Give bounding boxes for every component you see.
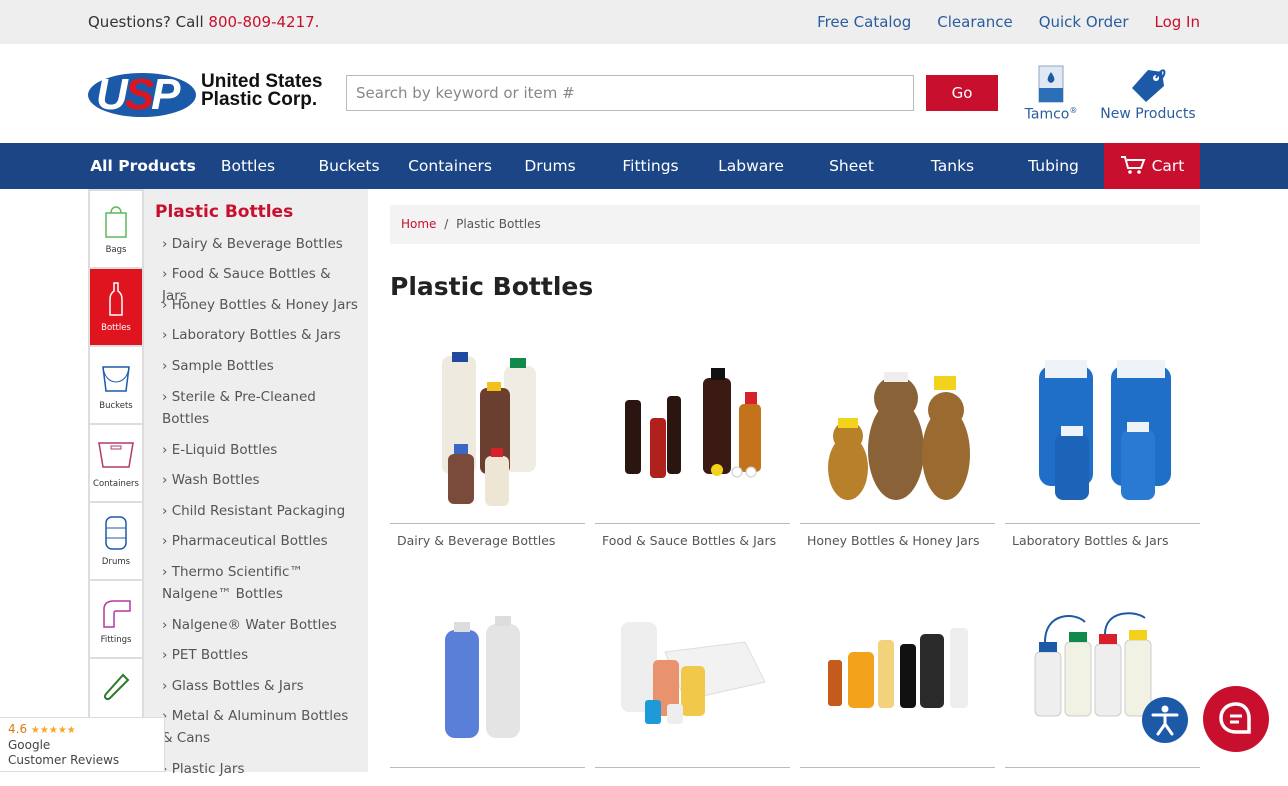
side-menu-item[interactable]: › Nalgene® Water Bottles xyxy=(162,614,358,636)
category-bags[interactable]: Bags xyxy=(90,191,142,267)
cart-button[interactable]: Cart xyxy=(1104,143,1200,189)
product-image xyxy=(390,582,585,767)
contact-question: Questions? Call 800-809-4217. xyxy=(88,13,320,31)
category-tile[interactable]: Honey Bottles & Honey Jars xyxy=(800,338,995,557)
nav-drums[interactable]: Drums xyxy=(500,143,600,189)
nav-bottles[interactable]: Bottles xyxy=(198,143,298,189)
tile-caption xyxy=(1005,768,1200,786)
category-side-menu: Plastic Bottles › Dairy & Beverage Bottl… xyxy=(144,189,368,777)
side-menu-item[interactable]: › E-Liquid Bottles xyxy=(162,439,358,461)
category-containers[interactable]: Containers xyxy=(90,425,142,501)
product-image xyxy=(595,338,790,523)
new-products-link[interactable]: New Products xyxy=(1098,64,1198,122)
nav-fittings[interactable]: Fittings xyxy=(600,143,701,189)
category-bottles[interactable]: Bottles xyxy=(90,269,142,345)
usp-logo[interactable]: USP United States Plastic Corp. xyxy=(88,69,328,121)
side-menu-item[interactable]: › Honey Bottles & Honey Jars xyxy=(162,294,358,316)
bag-icon xyxy=(105,206,127,238)
breadcrumb-current: Plastic Bottles xyxy=(456,217,541,231)
price-tag-icon xyxy=(1132,69,1166,102)
tile-caption xyxy=(595,768,790,786)
side-menu-item[interactable]: › Glass Bottles & Jars xyxy=(162,675,358,697)
tile-caption: Honey Bottles & Honey Jars xyxy=(807,533,980,548)
breadcrumb: Home / Plastic Bottles xyxy=(390,205,1200,244)
clearance-link[interactable]: Clearance xyxy=(937,13,1012,31)
side-menu-item[interactable]: › Child Resistant Packaging xyxy=(162,500,358,522)
tile-caption: Food & Sauce Bottles & Jars xyxy=(602,533,777,548)
google-reviews-badge[interactable]: 4.6 ★★★★★ Google Customer Reviews xyxy=(0,717,165,772)
drum-icon xyxy=(105,516,127,550)
review-score: 4.6 xyxy=(8,722,28,736)
category-tile[interactable] xyxy=(1005,582,1200,786)
chat-button[interactable] xyxy=(1203,686,1269,752)
nav-containers[interactable]: Containers xyxy=(400,143,500,189)
phone-link[interactable]: 800-809-4217. xyxy=(208,13,319,31)
product-image xyxy=(1005,338,1200,523)
search-go-button[interactable]: Go xyxy=(926,75,998,111)
search-input[interactable]: Search by keyword or item # xyxy=(346,75,914,111)
side-menu-item[interactable]: › Thermo Scientific™ Nalgene™ Bottles xyxy=(162,561,358,605)
tile-caption: Dairy & Beverage Bottles xyxy=(397,533,556,548)
product-image xyxy=(390,338,585,523)
nav-labware[interactable]: Labware xyxy=(701,143,801,189)
category-drums[interactable]: Drums xyxy=(90,503,142,579)
container-icon xyxy=(98,442,134,468)
side-menu-item[interactable]: › PET Bottles xyxy=(162,644,358,666)
category-fittings[interactable]: Fittings xyxy=(90,581,142,657)
category-tile[interactable] xyxy=(595,582,790,786)
nav-buckets[interactable]: Buckets xyxy=(298,143,400,189)
tamco-link[interactable]: Tamco® xyxy=(1022,64,1080,123)
product-image xyxy=(595,582,790,767)
nav-tubing[interactable]: Tubing xyxy=(1003,143,1104,189)
product-image xyxy=(800,582,995,767)
free-catalog-link[interactable]: Free Catalog xyxy=(817,13,911,31)
side-menu-item[interactable]: › Plastic Jars xyxy=(162,758,358,780)
chat-icon xyxy=(1219,702,1251,734)
category-tile[interactable] xyxy=(800,582,995,786)
fitting-icon xyxy=(103,600,131,628)
nav-tanks[interactable]: Tanks xyxy=(902,143,1003,189)
bucket-icon xyxy=(102,366,130,392)
product-image xyxy=(800,338,995,523)
log-in-link[interactable]: Log In xyxy=(1155,13,1201,31)
category-tile[interactable]: Laboratory Bottles & Jars xyxy=(1005,338,1200,557)
utility-links: Free Catalog Clearance Quick Order Log I… xyxy=(817,13,1200,31)
side-menu-title: Plastic Bottles xyxy=(155,202,294,222)
quick-order-link[interactable]: Quick Order xyxy=(1039,13,1129,31)
tile-caption xyxy=(800,768,995,786)
side-menu-item[interactable]: › Laboratory Bottles & Jars xyxy=(162,324,358,346)
tamco-icon xyxy=(1038,65,1064,103)
side-menu-item[interactable]: › Sample Bottles xyxy=(162,355,358,377)
category-buckets[interactable]: Buckets xyxy=(90,347,142,423)
nav-sheet[interactable]: Sheet xyxy=(801,143,902,189)
side-menu-item[interactable]: › Pharmaceutical Bottles xyxy=(162,530,358,552)
side-menu-item[interactable]: › Dairy & Beverage Bottles xyxy=(162,233,358,255)
test-tube-icon xyxy=(103,673,130,701)
category-tile[interactable]: Food & Sauce Bottles & Jars xyxy=(595,338,790,557)
bottle-icon xyxy=(109,282,123,316)
logo-company-name: United States Plastic Corp. xyxy=(201,71,323,110)
tile-caption: Laboratory Bottles & Jars xyxy=(1012,533,1169,548)
tile-caption xyxy=(390,768,585,786)
category-tile[interactable] xyxy=(390,582,585,786)
cart-icon xyxy=(1120,156,1146,174)
main-nav: All Products Bottles Buckets Containers … xyxy=(0,143,1288,189)
page-title: Plastic Bottles xyxy=(390,272,594,301)
star-rating: ★★★★★ xyxy=(30,725,76,736)
accessibility-button[interactable] xyxy=(1142,697,1188,743)
side-menu-item[interactable]: › Metal & Aluminum Bottles & Cans xyxy=(162,705,358,749)
category-icon-strip: Bags Bottles Buckets Containers Drums Fi… xyxy=(88,189,144,772)
side-menu-item[interactable]: › Wash Bottles xyxy=(162,469,358,491)
accessibility-icon xyxy=(1151,705,1179,736)
side-menu-item[interactable]: › Sterile & Pre-Cleaned Bottles xyxy=(162,386,358,430)
nav-all-products[interactable]: All Products xyxy=(88,143,198,189)
category-tile[interactable]: Dairy & Beverage Bottles xyxy=(390,338,585,557)
breadcrumb-home-link[interactable]: Home xyxy=(401,217,436,231)
top-utility-bar: Questions? Call 800-809-4217. Free Catal… xyxy=(0,0,1288,44)
logo-letters: USP xyxy=(96,70,181,119)
